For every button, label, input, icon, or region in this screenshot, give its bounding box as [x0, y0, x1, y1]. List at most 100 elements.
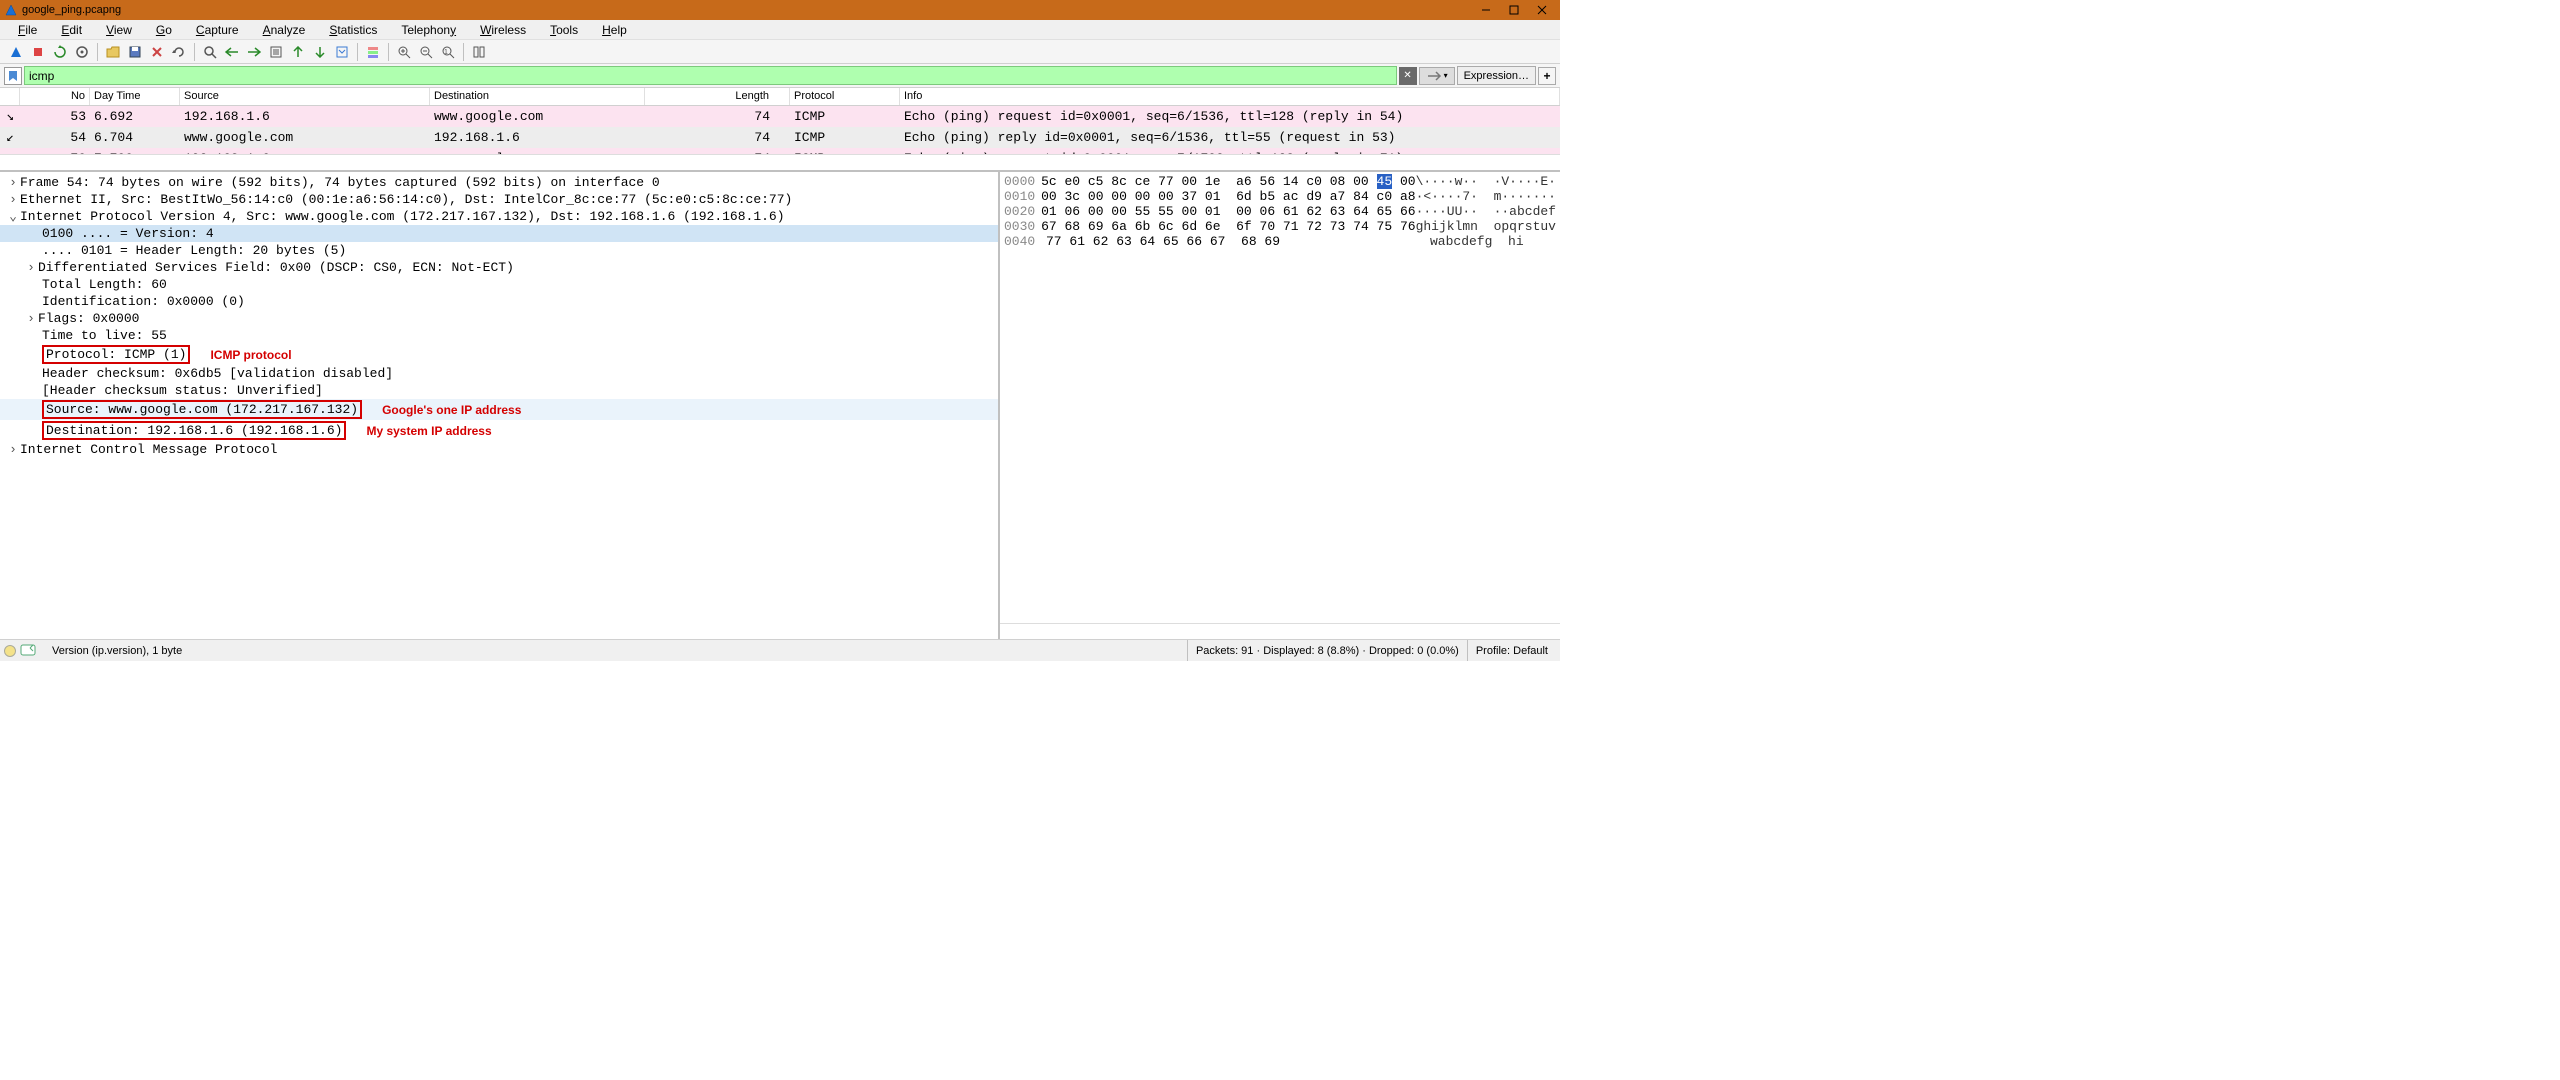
detail-ip-dsf[interactable]: ›Differentiated Services Field: 0x00 (DS… [0, 259, 998, 276]
packet-list-header: No Day Time Source Destination Length Pr… [0, 88, 1560, 106]
detail-ip-flags[interactable]: ›Flags: 0x0000 [0, 310, 998, 327]
hex-row[interactable]: 003067 68 69 6a 6b 6c 6d 6e 6f 70 71 72 … [1004, 219, 1556, 234]
related-packet-icon: ↙ [0, 130, 20, 145]
expression-button[interactable]: Expression… [1457, 66, 1536, 85]
expand-icon[interactable]: › [6, 442, 20, 457]
expand-icon[interactable]: › [24, 311, 38, 326]
packet-list-pane: No Day Time Source Destination Length Pr… [0, 88, 1560, 172]
expand-icon[interactable]: › [6, 192, 20, 207]
detail-ip-source[interactable]: Source: www.google.com (172.217.167.132)… [0, 399, 998, 420]
packet-row[interactable]: 70 7.700 192.168.1.6 www.google.com 74 I… [0, 148, 1560, 154]
menu-go[interactable]: Go [146, 21, 182, 39]
open-file-icon[interactable] [103, 42, 123, 62]
hex-row[interactable]: 001000 3c 00 00 00 00 37 01 6d b5 ac d9 … [1004, 189, 1556, 204]
menu-capture[interactable]: Capture [186, 21, 249, 39]
apply-filter-button[interactable]: ▾ [1419, 67, 1455, 85]
detail-ethernet[interactable]: ›Ethernet II, Src: BestItWo_56:14:c0 (00… [0, 191, 998, 208]
detail-ip-version[interactable]: 0100 .... = Version: 4 [0, 225, 998, 242]
display-filter-bar: ✕ ▾ Expression… + [0, 64, 1560, 88]
annotation-source: Google's one IP address [382, 403, 521, 417]
annotation-destination: My system IP address [366, 424, 491, 438]
restart-capture-icon[interactable] [50, 42, 70, 62]
hex-row[interactable]: 004077 61 62 63 64 65 66 67 68 69wabcdef… [1004, 234, 1556, 249]
hex-row[interactable]: 002001 06 00 00 55 55 00 01 00 06 61 62 … [1004, 204, 1556, 219]
status-field-info: Version (ip.version), 1 byte [44, 640, 1188, 661]
detail-ip-ident[interactable]: Identification: 0x0000 (0) [0, 293, 998, 310]
menu-help[interactable]: Help [592, 21, 637, 39]
related-packet-icon: ↘ [0, 109, 20, 124]
packet-row[interactable]: ↘ 53 6.692 192.168.1.6 www.google.com 74… [0, 106, 1560, 127]
svg-text:1: 1 [444, 49, 448, 56]
add-filter-button[interactable]: + [1538, 67, 1556, 85]
save-file-icon[interactable] [125, 42, 145, 62]
start-capture-icon[interactable] [6, 42, 26, 62]
auto-scroll-icon[interactable] [332, 42, 352, 62]
expert-info-led-icon[interactable] [4, 645, 16, 657]
collapse-icon[interactable]: ⌄ [6, 209, 20, 224]
filter-bookmark-icon[interactable] [4, 67, 22, 85]
edit-capture-comment-icon[interactable] [20, 644, 36, 658]
close-file-icon[interactable] [147, 42, 167, 62]
menu-edit[interactable]: Edit [51, 21, 92, 39]
menu-file[interactable]: File [8, 21, 47, 39]
go-to-packet-icon[interactable] [266, 42, 286, 62]
resize-columns-icon[interactable] [469, 42, 489, 62]
capture-options-icon[interactable] [72, 42, 92, 62]
column-header-length[interactable]: Length [645, 88, 790, 105]
zoom-out-icon[interactable] [416, 42, 436, 62]
detail-ip-header[interactable]: ⌄Internet Protocol Version 4, Src: www.g… [0, 208, 998, 225]
column-header-info[interactable]: Info [900, 88, 1560, 105]
stop-capture-icon[interactable] [28, 42, 48, 62]
menu-wireless[interactable]: Wireless [470, 21, 536, 39]
title-bar: google_ping.pcapng [0, 0, 1560, 20]
zoom-in-icon[interactable] [394, 42, 414, 62]
detail-ip-destination[interactable]: Destination: 192.168.1.6 (192.168.1.6)My… [0, 420, 998, 441]
close-button[interactable] [1528, 0, 1556, 20]
column-header-protocol[interactable]: Protocol [790, 88, 900, 105]
menu-tools[interactable]: Tools [540, 21, 588, 39]
go-forward-icon[interactable] [244, 42, 264, 62]
hex-row[interactable]: 00005c e0 c5 8c ce 77 00 1e a6 56 14 c0 … [1004, 174, 1556, 189]
main-toolbar: 1 [0, 40, 1560, 64]
go-back-icon[interactable] [222, 42, 242, 62]
column-header-no[interactable]: No [20, 88, 90, 105]
menu-bar: File Edit View Go Capture Analyze Statis… [0, 20, 1560, 40]
hex-pane-hscroll[interactable] [1000, 623, 1560, 639]
packet-row[interactable]: ↙ 54 6.704 www.google.com 192.168.1.6 74… [0, 127, 1560, 148]
column-header-source[interactable]: Source [180, 88, 430, 105]
packet-details-pane[interactable]: ›Frame 54: 74 bytes on wire (592 bits), … [0, 172, 1000, 639]
zoom-reset-icon[interactable]: 1 [438, 42, 458, 62]
status-profile[interactable]: Profile: Default [1468, 640, 1556, 661]
detail-ip-checksum[interactable]: Header checksum: 0x6db5 [validation disa… [0, 365, 998, 382]
reload-icon[interactable] [169, 42, 189, 62]
window-title: google_ping.pcapng [22, 4, 121, 16]
expand-icon[interactable]: › [6, 175, 20, 190]
go-last-icon[interactable] [310, 42, 330, 62]
menu-view[interactable]: View [96, 21, 142, 39]
detail-ip-totlen[interactable]: Total Length: 60 [0, 276, 998, 293]
packet-list-body[interactable]: ↘ 53 6.692 192.168.1.6 www.google.com 74… [0, 106, 1560, 154]
find-packet-icon[interactable] [200, 42, 220, 62]
packet-list-hscroll[interactable] [0, 154, 1560, 170]
detail-ip-checksum-status[interactable]: [Header checksum status: Unverified] [0, 382, 998, 399]
menu-telephony[interactable]: Telephony [391, 21, 466, 39]
expand-icon[interactable]: › [24, 260, 38, 275]
go-first-icon[interactable] [288, 42, 308, 62]
status-bar: Version (ip.version), 1 byte Packets: 91… [0, 639, 1560, 661]
menu-analyze[interactable]: Analyze [253, 21, 316, 39]
display-filter-input[interactable] [24, 66, 1397, 85]
packet-bytes-pane[interactable]: 00005c e0 c5 8c ce 77 00 1e a6 56 14 c0 … [1000, 172, 1560, 623]
detail-ip-ttl[interactable]: Time to live: 55 [0, 327, 998, 344]
status-packet-counts: Packets: 91 · Displayed: 8 (8.8%) · Drop… [1188, 640, 1468, 661]
detail-ip-hlen[interactable]: .... 0101 = Header Length: 20 bytes (5) [0, 242, 998, 259]
detail-icmp[interactable]: ›Internet Control Message Protocol [0, 441, 998, 458]
detail-ip-protocol[interactable]: Protocol: ICMP (1)ICMP protocol [0, 344, 998, 365]
maximize-button[interactable] [1500, 0, 1528, 20]
column-header-destination[interactable]: Destination [430, 88, 645, 105]
menu-statistics[interactable]: Statistics [319, 21, 387, 39]
minimize-button[interactable] [1472, 0, 1500, 20]
clear-filter-icon[interactable]: ✕ [1399, 67, 1417, 85]
detail-frame[interactable]: ›Frame 54: 74 bytes on wire (592 bits), … [0, 174, 998, 191]
colorize-icon[interactable] [363, 42, 383, 62]
column-header-time[interactable]: Day Time [90, 88, 180, 105]
